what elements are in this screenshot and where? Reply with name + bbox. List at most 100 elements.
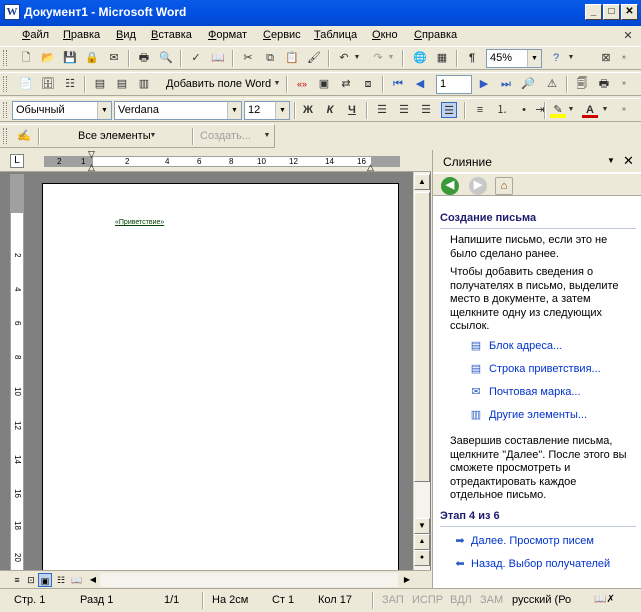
hyperlink-icon[interactable]: 🌐 [412, 50, 428, 66]
mail-merge-recipients-icon[interactable]: ☷ [62, 76, 78, 92]
chevron-down-icon[interactable]: ▼ [272, 76, 282, 92]
undo-dropdown-icon[interactable]: ▼ [352, 50, 362, 66]
status-track-changes[interactable]: ИСПР [412, 594, 443, 606]
open-icon[interactable]: 📂 [40, 50, 56, 66]
status-record[interactable]: ЗАП [382, 594, 404, 606]
highlight-merge-fields-icon[interactable]: ▣ [316, 76, 332, 92]
format-painter-icon[interactable]: 🖌 [306, 50, 322, 66]
redo-dropdown-icon[interactable]: ▼ [386, 50, 396, 66]
scroll-thumb[interactable] [414, 192, 430, 482]
close-document-icon[interactable]: ✕ [620, 28, 636, 44]
align-left-icon[interactable]: ☰ [374, 102, 390, 118]
open-data-source-icon[interactable]: 🗄 [40, 76, 56, 92]
line-spacing-icon[interactable]: ≡ [472, 102, 488, 118]
greeting-line-link[interactable]: Строка приветствия... [489, 363, 601, 375]
vertical-scrollbar[interactable]: ▲ ▼ ▲ ● [413, 172, 430, 572]
scroll-left-button[interactable]: ◀ [86, 573, 100, 587]
toolbar-overflow-icon[interactable]: » [618, 102, 630, 118]
first-record-icon[interactable]: ⏮ [390, 76, 406, 92]
forward-arrow-icon[interactable]: ▶ [469, 177, 487, 195]
new-document-icon[interactable]: 🗋 [18, 50, 34, 66]
hanging-indent-marker[interactable]: △ [88, 162, 95, 173]
merge-to-new-document-icon[interactable]: 🗐 [574, 76, 590, 92]
address-block-link[interactable]: Блок адреса... [489, 340, 562, 352]
right-indent-marker[interactable]: △ [367, 162, 374, 173]
status-language[interactable]: русский (Ро [512, 594, 571, 606]
chevron-down-icon[interactable]: ▼ [227, 102, 241, 119]
paste-icon[interactable]: 📋 [284, 50, 300, 66]
first-line-indent-marker[interactable]: ▽ [88, 149, 95, 160]
help-icon[interactable]: ? [548, 50, 564, 66]
menu-help[interactable]: Справка [414, 29, 457, 41]
next-step-link[interactable]: Далее. Просмотр писем [471, 535, 594, 547]
justify-icon[interactable]: ☰ [441, 102, 457, 118]
normal-view-icon[interactable]: ≡ [10, 573, 24, 587]
print-icon[interactable]: 🖶 [136, 50, 152, 66]
menu-insert[interactable]: Вставка [151, 29, 192, 41]
record-number-input[interactable]: 1 [436, 75, 472, 94]
close-button[interactable]: ✕ [621, 4, 638, 20]
toolbar-overflow-icon[interactable]: » [618, 76, 630, 92]
chevron-down-icon[interactable]: ▼ [566, 102, 576, 118]
chevron-down-icon[interactable]: ▼ [148, 128, 158, 144]
menu-tools[interactable]: Сервис [263, 29, 301, 41]
print-layout-icon[interactable]: ▣ [38, 573, 52, 587]
horizontal-scroll-track[interactable] [100, 573, 398, 587]
spelling-icon[interactable]: ✓ [188, 50, 204, 66]
redo-icon[interactable]: ↷ [370, 50, 386, 66]
task-pane-menu-icon[interactable]: ▼ [607, 156, 615, 165]
italic-button[interactable]: К [322, 102, 338, 118]
previous-record-icon[interactable]: ◀ [412, 76, 428, 92]
merge-to-printer-icon[interactable]: 🖶 [596, 76, 612, 92]
home-icon[interactable]: ⌂ [495, 177, 513, 195]
underline-button[interactable]: Ч [344, 102, 360, 118]
horizontal-scrollbar[interactable]: ≡ ⊡ ▣ ☷ 📖 ◀ ▶ [0, 570, 431, 588]
more-items-link[interactable]: Другие элементы... [489, 409, 587, 421]
permission-icon[interactable]: 🔒 [84, 50, 100, 66]
insert-merge-fields-icon[interactable]: ▥ [136, 76, 152, 92]
research-icon[interactable]: 📖 [210, 50, 226, 66]
find-entry-icon[interactable]: 🔎 [520, 76, 536, 92]
menu-view[interactable]: Вид [116, 29, 136, 41]
previous-step-link[interactable]: Назад. Выбор получателей [471, 558, 610, 570]
undo-icon[interactable]: ↶ [336, 50, 352, 66]
bullets-icon[interactable]: • [516, 102, 532, 118]
match-fields-icon[interactable]: ⇄ [338, 76, 354, 92]
scroll-down-button[interactable]: ▼ [414, 518, 430, 534]
copy-icon[interactable]: ⧉ [262, 50, 278, 66]
menu-format[interactable]: Формат [208, 29, 247, 41]
vertical-ruler[interactable]: 2 4 6 8 10 12 14 16 18 20 [10, 174, 24, 574]
scroll-right-button[interactable]: ▶ [400, 573, 414, 587]
toolbar-grip[interactable] [3, 76, 7, 92]
tab-selector-icon[interactable]: L [10, 154, 24, 168]
view-merged-data-icon[interactable]: «» [294, 76, 310, 92]
word-app-icon[interactable]: W [4, 4, 20, 20]
merge-field-greeting[interactable]: «Приветствие» [115, 219, 164, 226]
chevron-down-icon[interactable]: ▼ [97, 102, 111, 119]
toolbar-grip[interactable] [3, 128, 7, 144]
last-record-icon[interactable]: ⏭ [498, 76, 514, 92]
align-center-icon[interactable]: ☰ [396, 102, 412, 118]
check-errors-icon[interactable]: ⚠ [544, 76, 560, 92]
toolbar-grip[interactable] [3, 50, 7, 66]
status-overtype[interactable]: ЗАМ [480, 594, 503, 606]
create-button[interactable]: Создать... [200, 130, 251, 142]
show-markup-dropdown[interactable]: Все элементы [78, 130, 151, 142]
spelling-status-icon[interactable]: 📖✗ [594, 594, 615, 605]
toolbar-options-icon[interactable]: ▼ [262, 128, 272, 144]
show-formatting-icon[interactable]: ¶ [464, 50, 480, 66]
track-changes-icon[interactable]: ✍ [16, 128, 32, 144]
previous-page-button[interactable]: ▲ [414, 534, 430, 550]
style-combo[interactable]: Обычный ▼ [12, 101, 112, 120]
horizontal-ruler[interactable]: L 2 1 2 4 6 8 10 12 14 16 ▽ △ △ [0, 149, 431, 173]
web-layout-icon[interactable]: ⊡ [24, 573, 38, 587]
show-task-pane-icon[interactable]: ⊠ [598, 50, 614, 66]
postage-link[interactable]: Почтовая марка... [489, 386, 581, 398]
toolbar-grip[interactable] [3, 102, 7, 118]
main-document-setup-icon[interactable]: 📄 [18, 76, 34, 92]
ruler-track[interactable]: 2 1 2 4 6 8 10 12 14 16 [44, 156, 400, 167]
maximize-button[interactable]: □ [603, 4, 620, 20]
back-arrow-icon[interactable]: ◀ [441, 177, 459, 195]
chevron-down-icon[interactable]: ▼ [275, 102, 289, 119]
reading-layout-icon[interactable]: 📖 [70, 573, 84, 587]
